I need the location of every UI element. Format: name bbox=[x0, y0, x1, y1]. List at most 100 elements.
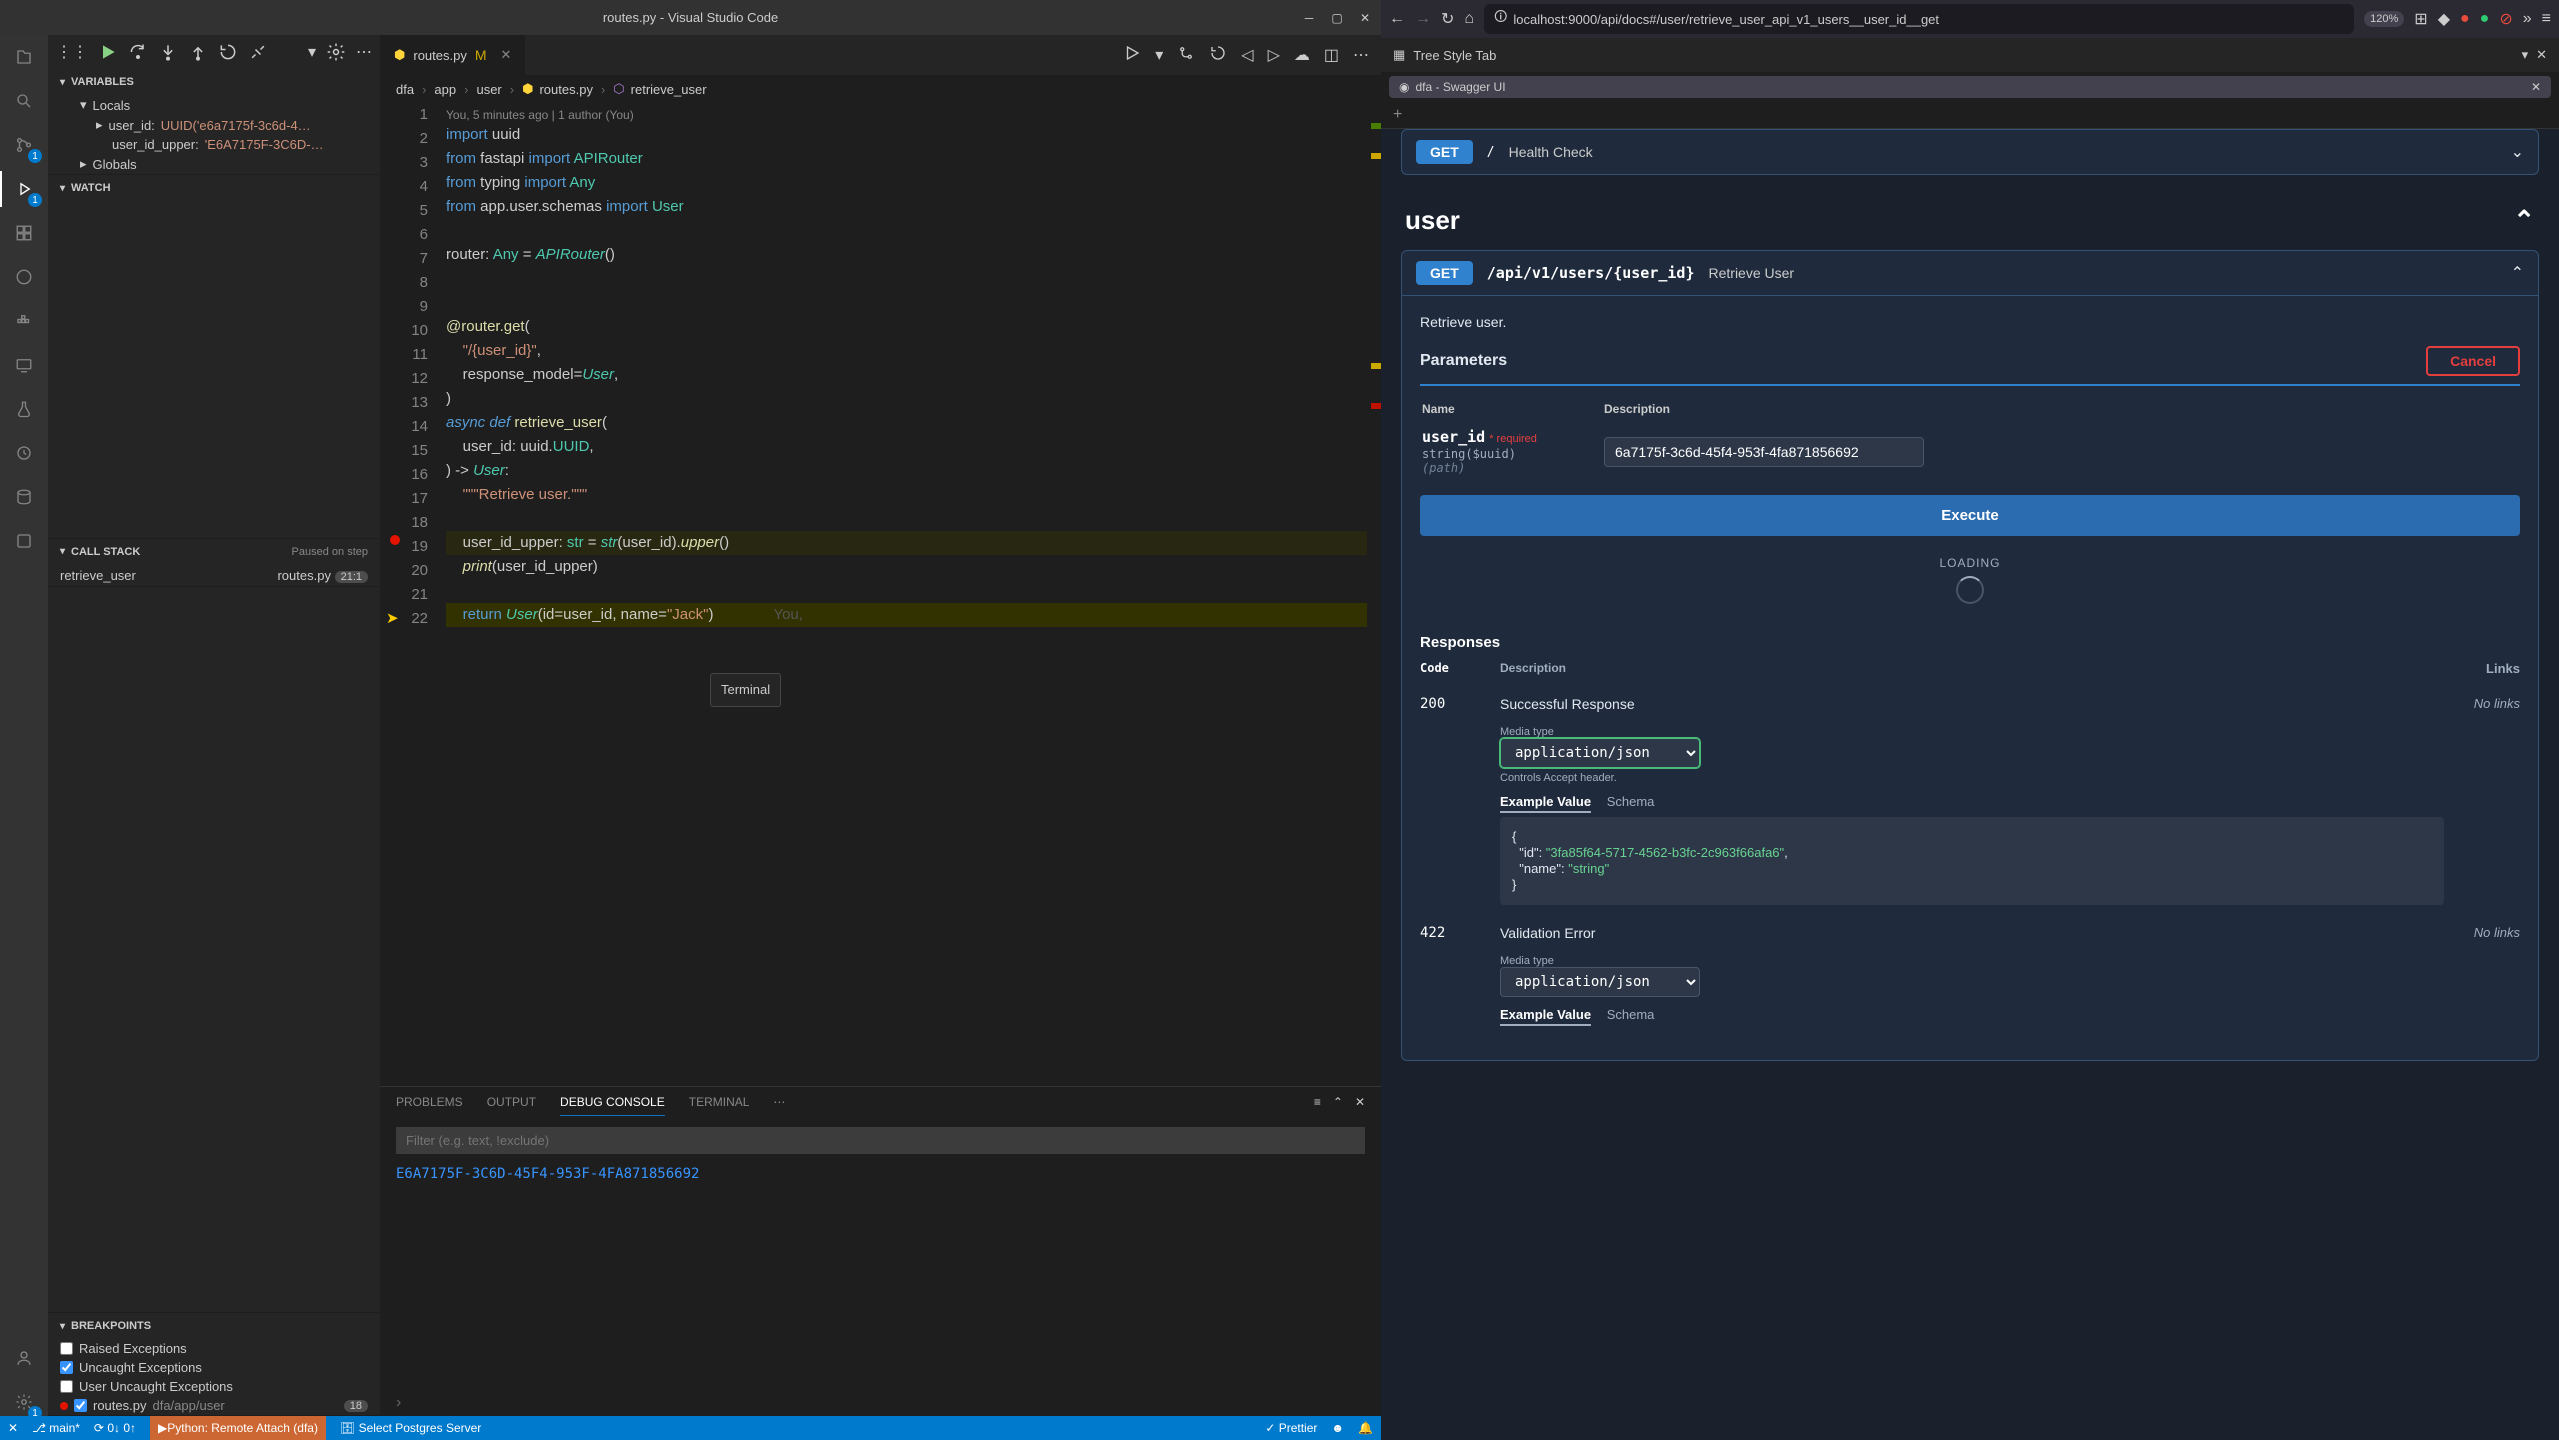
tag-user[interactable]: user ⌃ bbox=[1401, 191, 2539, 250]
config-dropdown[interactable]: ▾ bbox=[308, 42, 316, 62]
remote-indicator[interactable]: ✕ bbox=[8, 1421, 18, 1435]
tree-icon[interactable] bbox=[10, 527, 38, 555]
close-tab-icon[interactable]: ✕ bbox=[501, 47, 512, 63]
minimap[interactable] bbox=[1367, 103, 1381, 1086]
schema-tab-422[interactable]: Schema bbox=[1607, 1007, 1655, 1024]
docker-icon[interactable] bbox=[10, 307, 38, 335]
schema-tab[interactable]: Schema bbox=[1607, 794, 1655, 811]
disconnect-icon[interactable] bbox=[248, 42, 268, 62]
more-panel-icon[interactable]: ⋯ bbox=[773, 1095, 785, 1115]
scope-locals[interactable]: ▾Locals bbox=[48, 95, 380, 115]
variables-header[interactable]: ▾VARIABLES bbox=[48, 69, 380, 95]
postgres-indicator[interactable]: 🗄 Select Postgres Server bbox=[340, 1421, 481, 1435]
menu-icon[interactable]: ≡ bbox=[2542, 10, 2551, 28]
step-into-icon[interactable] bbox=[158, 42, 178, 62]
tab-problems[interactable]: PROBLEMS bbox=[396, 1095, 463, 1115]
monitor-icon[interactable] bbox=[10, 351, 38, 379]
branch-indicator[interactable]: ⎇ main* bbox=[32, 1421, 80, 1435]
callstack-header[interactable]: ▾CALL STACK Paused on step bbox=[48, 539, 380, 565]
revert-icon[interactable] bbox=[1209, 44, 1227, 67]
media-type-select[interactable]: application/json bbox=[1500, 738, 1700, 768]
example-tab[interactable]: Example Value bbox=[1500, 794, 1591, 813]
var-user-id[interactable]: ▸user_id: UUID('e6a7175f-3c6d-4… bbox=[48, 115, 380, 135]
split-icon[interactable]: ◫ bbox=[1324, 45, 1339, 65]
test-icon[interactable] bbox=[10, 395, 38, 423]
debug-icon[interactable]: 1 bbox=[10, 175, 38, 203]
tree-style-tab-header[interactable]: ▦ Tree Style Tab ▾ ✕ bbox=[1381, 38, 2559, 72]
execute-button[interactable]: Execute bbox=[1420, 495, 2520, 536]
explorer-icon[interactable] bbox=[10, 43, 38, 71]
close-tst-icon[interactable]: ✕ bbox=[2536, 47, 2547, 63]
ext3-icon[interactable]: ● bbox=[2460, 10, 2470, 28]
scope-globals[interactable]: ▸Globals bbox=[48, 154, 380, 174]
step-over-icon[interactable] bbox=[128, 42, 148, 62]
new-tab-icon[interactable]: + bbox=[1381, 102, 2559, 128]
step-out-icon[interactable] bbox=[188, 42, 208, 62]
cancel-button[interactable]: Cancel bbox=[2426, 346, 2520, 376]
bp-raised[interactable]: Raised Exceptions bbox=[48, 1339, 380, 1358]
url-bar[interactable]: 🛈 localhost:9000/api/docs#/user/retrieve… bbox=[1484, 4, 2354, 34]
swagger-ui[interactable]: GET / Health Check ⌄ user ⌃ GET /api/v1/… bbox=[1381, 129, 2559, 1440]
search-icon[interactable] bbox=[10, 87, 38, 115]
breakpoint-marker[interactable] bbox=[390, 535, 400, 545]
maximize-icon[interactable]: ▢ bbox=[1329, 10, 1345, 26]
home-icon[interactable]: ⌂ bbox=[1464, 10, 1474, 28]
code-editor[interactable]: You, 5 minutes ago | 1 author (You) 1234… bbox=[380, 103, 1381, 1086]
ext5-icon[interactable]: ⊘ bbox=[2499, 9, 2512, 29]
zoom-badge[interactable]: 120% bbox=[2364, 11, 2404, 27]
continue-icon[interactable] bbox=[98, 42, 118, 62]
user-id-input[interactable] bbox=[1604, 437, 1924, 467]
back-icon[interactable]: ← bbox=[1389, 10, 1405, 28]
account-icon[interactable] bbox=[10, 1344, 38, 1372]
retrieve-user-endpoint[interactable]: GET /api/v1/users/{user_id} Retrieve Use… bbox=[1402, 251, 2538, 295]
ext2-icon[interactable]: ◆ bbox=[2438, 9, 2450, 29]
prev-icon[interactable]: ◁ bbox=[1241, 45, 1253, 65]
next-icon[interactable]: ▷ bbox=[1268, 45, 1280, 65]
bp-uncaught[interactable]: Uncaught Exceptions bbox=[48, 1358, 380, 1377]
ext4-icon[interactable]: ● bbox=[2480, 10, 2490, 28]
browser-tab[interactable]: ◉ dfa - Swagger UI ✕ bbox=[1389, 76, 2551, 98]
tab-terminal[interactable]: TERMINAL bbox=[689, 1095, 750, 1115]
sync-indicator[interactable]: ⟳ 0↓ 0↑ bbox=[94, 1421, 136, 1435]
db-icon[interactable] bbox=[10, 483, 38, 511]
bp-file[interactable]: routes.py dfa/app/user18 bbox=[48, 1396, 380, 1415]
bell-icon[interactable]: 🔔 bbox=[1358, 1421, 1373, 1435]
var-user-id-upper[interactable]: user_id_upper: 'E6A7175F-3C6D-… bbox=[48, 135, 380, 154]
bp-user-uncaught[interactable]: User Uncaught Exceptions bbox=[48, 1377, 380, 1396]
feedback-icon[interactable]: ☻ bbox=[1331, 1421, 1344, 1435]
close-panel-icon[interactable]: ✕ bbox=[1355, 1095, 1365, 1115]
debug-filter-input[interactable] bbox=[396, 1127, 1365, 1154]
minimize-icon[interactable]: ─ bbox=[1301, 10, 1317, 26]
close-icon[interactable]: ✕ bbox=[1357, 10, 1373, 26]
more-icon[interactable]: ⋯ bbox=[356, 42, 372, 62]
close-btab-icon[interactable]: ✕ bbox=[2531, 80, 2541, 94]
wrap-icon[interactable]: ≡ bbox=[1314, 1095, 1321, 1115]
forward-icon[interactable]: → bbox=[1415, 10, 1431, 28]
example-tab-422[interactable]: Example Value bbox=[1500, 1007, 1591, 1026]
overflow-icon[interactable]: » bbox=[2523, 10, 2532, 28]
run-icon[interactable] bbox=[1123, 44, 1141, 67]
tab-output[interactable]: OUTPUT bbox=[487, 1095, 536, 1115]
more-editor-icon[interactable]: ⋯ bbox=[1353, 45, 1369, 65]
scm-nav-icon[interactable] bbox=[1177, 44, 1195, 67]
settings-icon[interactable]: 1 bbox=[10, 1388, 38, 1416]
console-prompt[interactable]: › bbox=[380, 1390, 1381, 1416]
scm-icon[interactable]: 1 bbox=[10, 131, 38, 159]
editor-tab[interactable]: ⬢ routes.py M ✕ bbox=[380, 35, 526, 75]
stack-frame[interactable]: retrieve_user routes.py 21:1 bbox=[48, 565, 380, 586]
prettier-indicator[interactable]: ✓ Prettier bbox=[1265, 1421, 1317, 1435]
ext1-icon[interactable]: ⊞ bbox=[2414, 9, 2427, 29]
debug-indicator[interactable]: ▶ Python: Remote Attach (dfa) bbox=[150, 1416, 326, 1440]
watch-header[interactable]: ▾WATCH bbox=[48, 175, 380, 201]
extensions-icon[interactable] bbox=[10, 219, 38, 247]
bookmark-icon[interactable] bbox=[10, 439, 38, 467]
codelens[interactable]: You, 5 minutes ago | 1 author (You) bbox=[380, 103, 1381, 123]
reload-icon[interactable]: ↻ bbox=[1441, 9, 1454, 29]
breakpoints-header[interactable]: ▾BREAKPOINTS bbox=[48, 1313, 380, 1339]
gear-icon[interactable] bbox=[326, 42, 346, 62]
drag-handle-icon[interactable]: ⋮⋮ bbox=[56, 42, 88, 62]
remote-icon[interactable] bbox=[10, 263, 38, 291]
restart-icon[interactable] bbox=[218, 42, 238, 62]
health-endpoint[interactable]: GET / Health Check ⌄ bbox=[1402, 130, 2538, 174]
breadcrumb[interactable]: dfa› app› user› ⬢routes.py› ⬡retrieve_us… bbox=[380, 75, 1381, 103]
